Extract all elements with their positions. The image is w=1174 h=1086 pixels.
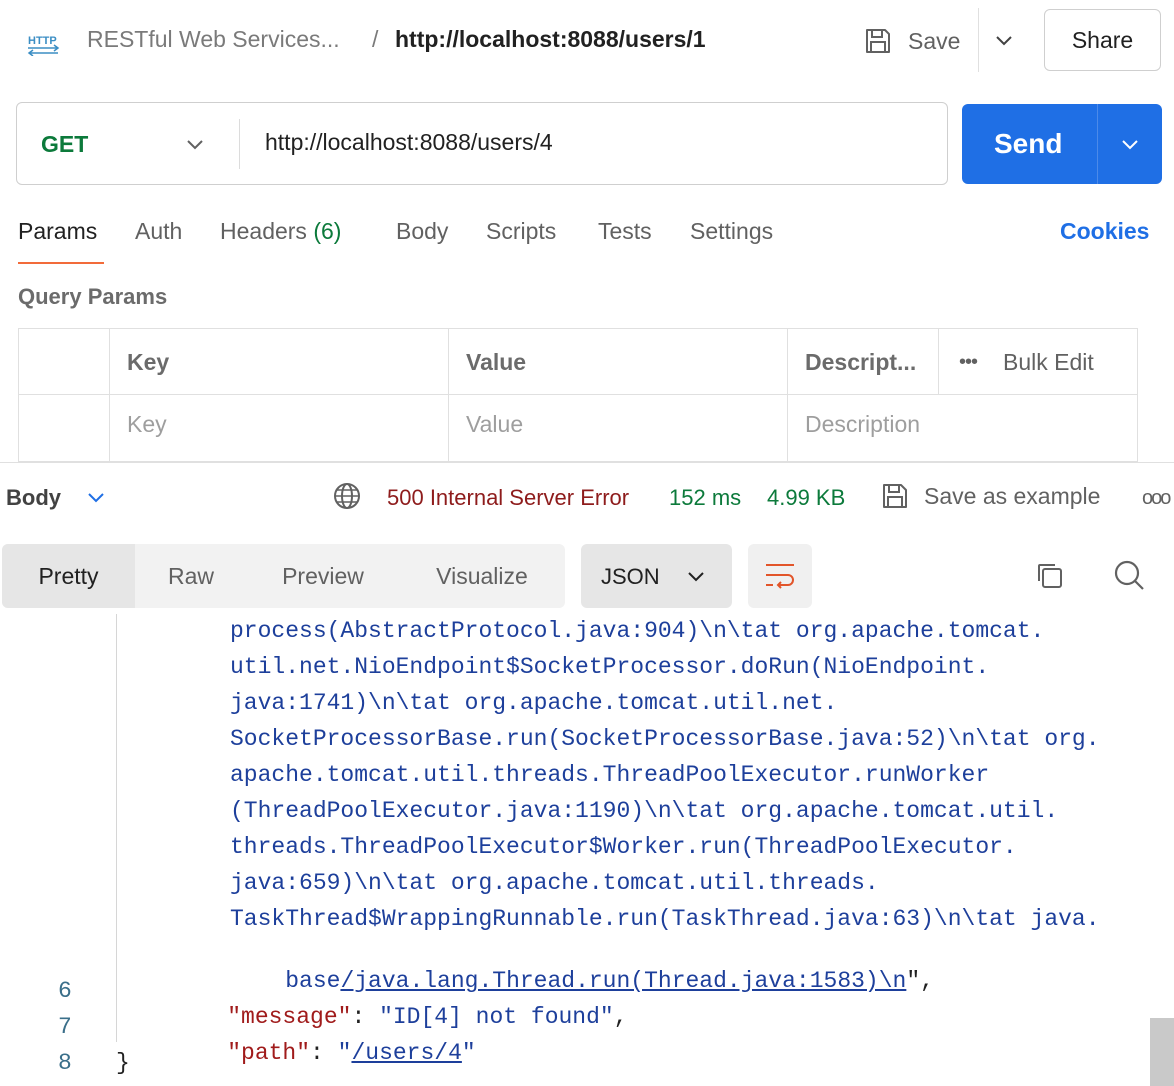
breadcrumb-separator: / xyxy=(372,26,379,52)
response-code-viewer[interactable]: process(AbstractProtocol.java:904)\n\tat… xyxy=(0,614,1174,1086)
wrap-lines-button[interactable] xyxy=(748,544,812,608)
line-number: 8 xyxy=(58,1050,72,1076)
copy-icon[interactable] xyxy=(1034,560,1066,592)
request-title[interactable]: http://localhost:8088/users/1 xyxy=(395,26,706,53)
format-label: JSON xyxy=(601,564,660,589)
method-select[interactable]: GET xyxy=(41,131,88,158)
save-divider xyxy=(978,8,979,72)
format-select[interactable]: JSON xyxy=(581,544,732,608)
view-tab-visualize[interactable]: Visualize xyxy=(399,544,565,608)
bulk-edit-label: Bulk Edit xyxy=(1003,349,1094,375)
code-line: apache.tomcat.util.threads.ThreadPoolExe… xyxy=(230,762,990,788)
save-as-example-button[interactable]: Save as example xyxy=(880,481,1100,511)
line-number: 6 xyxy=(58,978,72,1004)
row-checkbox-cell xyxy=(19,395,110,461)
save-as-example-label: Save as example xyxy=(924,482,1101,509)
line-number: 7 xyxy=(58,1014,72,1040)
tab-headers-label: Headers xyxy=(220,218,307,244)
column-header-key: Key xyxy=(110,329,449,395)
send-button[interactable]: Send xyxy=(962,104,1162,184)
query-params-table: Key Value Descript... ••• Bulk Edit Key … xyxy=(18,328,1138,462)
url-bar: GET xyxy=(16,102,948,185)
path-link[interactable]: /users/4 xyxy=(351,1040,461,1066)
response-bar: Body 500 Internal Server Error 152 ms 4.… xyxy=(0,462,1174,532)
bulk-edit-button[interactable]: ••• Bulk Edit xyxy=(959,349,1094,376)
request-header: HTTP RESTful Web Services... / http://lo… xyxy=(0,0,1174,82)
svg-text:HTTP: HTTP xyxy=(28,35,57,47)
code-line: threads.ThreadPoolExecutor$Worker.run(Th… xyxy=(230,834,1017,860)
request-tabs: Params Auth Headers (6) Body Scripts Tes… xyxy=(0,210,1174,266)
code-line: SocketProcessorBase.run(SocketProcessorB… xyxy=(230,726,1100,752)
indent-guide xyxy=(116,614,117,1042)
response-body-label[interactable]: Body xyxy=(6,485,61,511)
save-button[interactable]: Save xyxy=(862,20,960,62)
breadcrumb-collection[interactable]: RESTful Web Services... xyxy=(87,26,340,53)
tab-tests[interactable]: Tests xyxy=(598,218,652,245)
wrap-lines-icon xyxy=(766,564,794,589)
view-tab-pretty[interactable]: Pretty xyxy=(2,544,135,608)
chevron-down-icon[interactable] xyxy=(183,132,207,156)
code-line: util.net.NioEndpoint$SocketProcessor.doR… xyxy=(230,654,990,680)
key-input[interactable]: Key xyxy=(110,395,449,461)
chevron-down-icon[interactable] xyxy=(1118,132,1142,156)
tab-settings[interactable]: Settings xyxy=(690,218,773,245)
table-header-row: Key Value Descript... ••• Bulk Edit xyxy=(19,329,1137,395)
response-size[interactable]: 4.99 KB xyxy=(767,485,845,511)
headers-count-badge: (6) xyxy=(313,218,342,244)
table-row: Key Value Description xyxy=(19,395,1137,461)
string-end: ", xyxy=(906,968,934,994)
response-view-tabs: Pretty Raw Preview Visualize xyxy=(2,544,565,608)
code-line: process(AbstractProtocol.java:904)\n\tat… xyxy=(230,618,1045,644)
json-comma: , xyxy=(613,1004,628,1030)
tab-scripts[interactable]: Scripts xyxy=(486,218,556,245)
vertical-scrollbar[interactable] xyxy=(1150,1018,1174,1086)
json-colon: : xyxy=(310,1040,338,1066)
view-tab-raw[interactable]: Raw xyxy=(135,544,247,608)
save-icon xyxy=(883,484,907,508)
chevron-down-icon xyxy=(688,572,704,582)
http-request-icon: HTTP xyxy=(27,35,60,56)
code-line: TaskThread$WrappingRunnable.run(TaskThre… xyxy=(230,906,1100,932)
send-divider xyxy=(1097,104,1098,184)
more-options-icon[interactable]: ooo xyxy=(1142,487,1171,510)
view-tab-preview[interactable]: Preview xyxy=(247,544,399,608)
status-badge[interactable]: 500 Internal Server Error xyxy=(387,485,629,511)
code-line: } xyxy=(116,1050,130,1076)
more-options-icon[interactable]: ••• xyxy=(959,351,978,374)
response-time[interactable]: 152 ms xyxy=(669,485,741,511)
row-checkbox-column xyxy=(19,329,110,395)
cookies-link[interactable]: Cookies xyxy=(1060,218,1149,245)
value-input[interactable]: Value xyxy=(449,395,788,461)
description-input[interactable]: Description xyxy=(788,395,1137,461)
json-quote: " xyxy=(337,1040,352,1066)
url-input[interactable] xyxy=(265,129,925,156)
search-icon[interactable] xyxy=(1112,558,1146,592)
chevron-down-icon[interactable] xyxy=(990,26,1018,54)
code-line: java:1741)\n\tat org.apache.tomcat.util.… xyxy=(230,690,838,716)
json-quote: " xyxy=(461,1040,476,1066)
code-line: java:659)\n\tat org.apache.tomcat.util.t… xyxy=(230,870,879,896)
share-button[interactable]: Share xyxy=(1044,9,1161,71)
json-key: "path" xyxy=(227,1040,311,1066)
code-line: "path": "/users/4" xyxy=(172,1014,476,1086)
tab-auth[interactable]: Auth xyxy=(135,218,182,245)
method-divider xyxy=(239,119,240,169)
tab-headers[interactable]: Headers (6) xyxy=(220,218,341,245)
code-line: (ThreadPoolExecutor.java:1190)\n\tat org… xyxy=(230,798,1059,824)
chevron-down-icon[interactable] xyxy=(84,485,108,509)
save-icon xyxy=(866,29,890,53)
column-header-value: Value xyxy=(449,329,788,395)
globe-icon[interactable] xyxy=(332,481,362,511)
send-label: Send xyxy=(994,128,1063,159)
column-header-description: Descript... xyxy=(788,329,939,395)
query-params-title: Query Params xyxy=(18,284,168,309)
active-tab-indicator xyxy=(18,262,104,264)
tab-params[interactable]: Params xyxy=(18,218,97,245)
tab-body[interactable]: Body xyxy=(396,218,448,245)
save-label: Save xyxy=(908,27,961,54)
